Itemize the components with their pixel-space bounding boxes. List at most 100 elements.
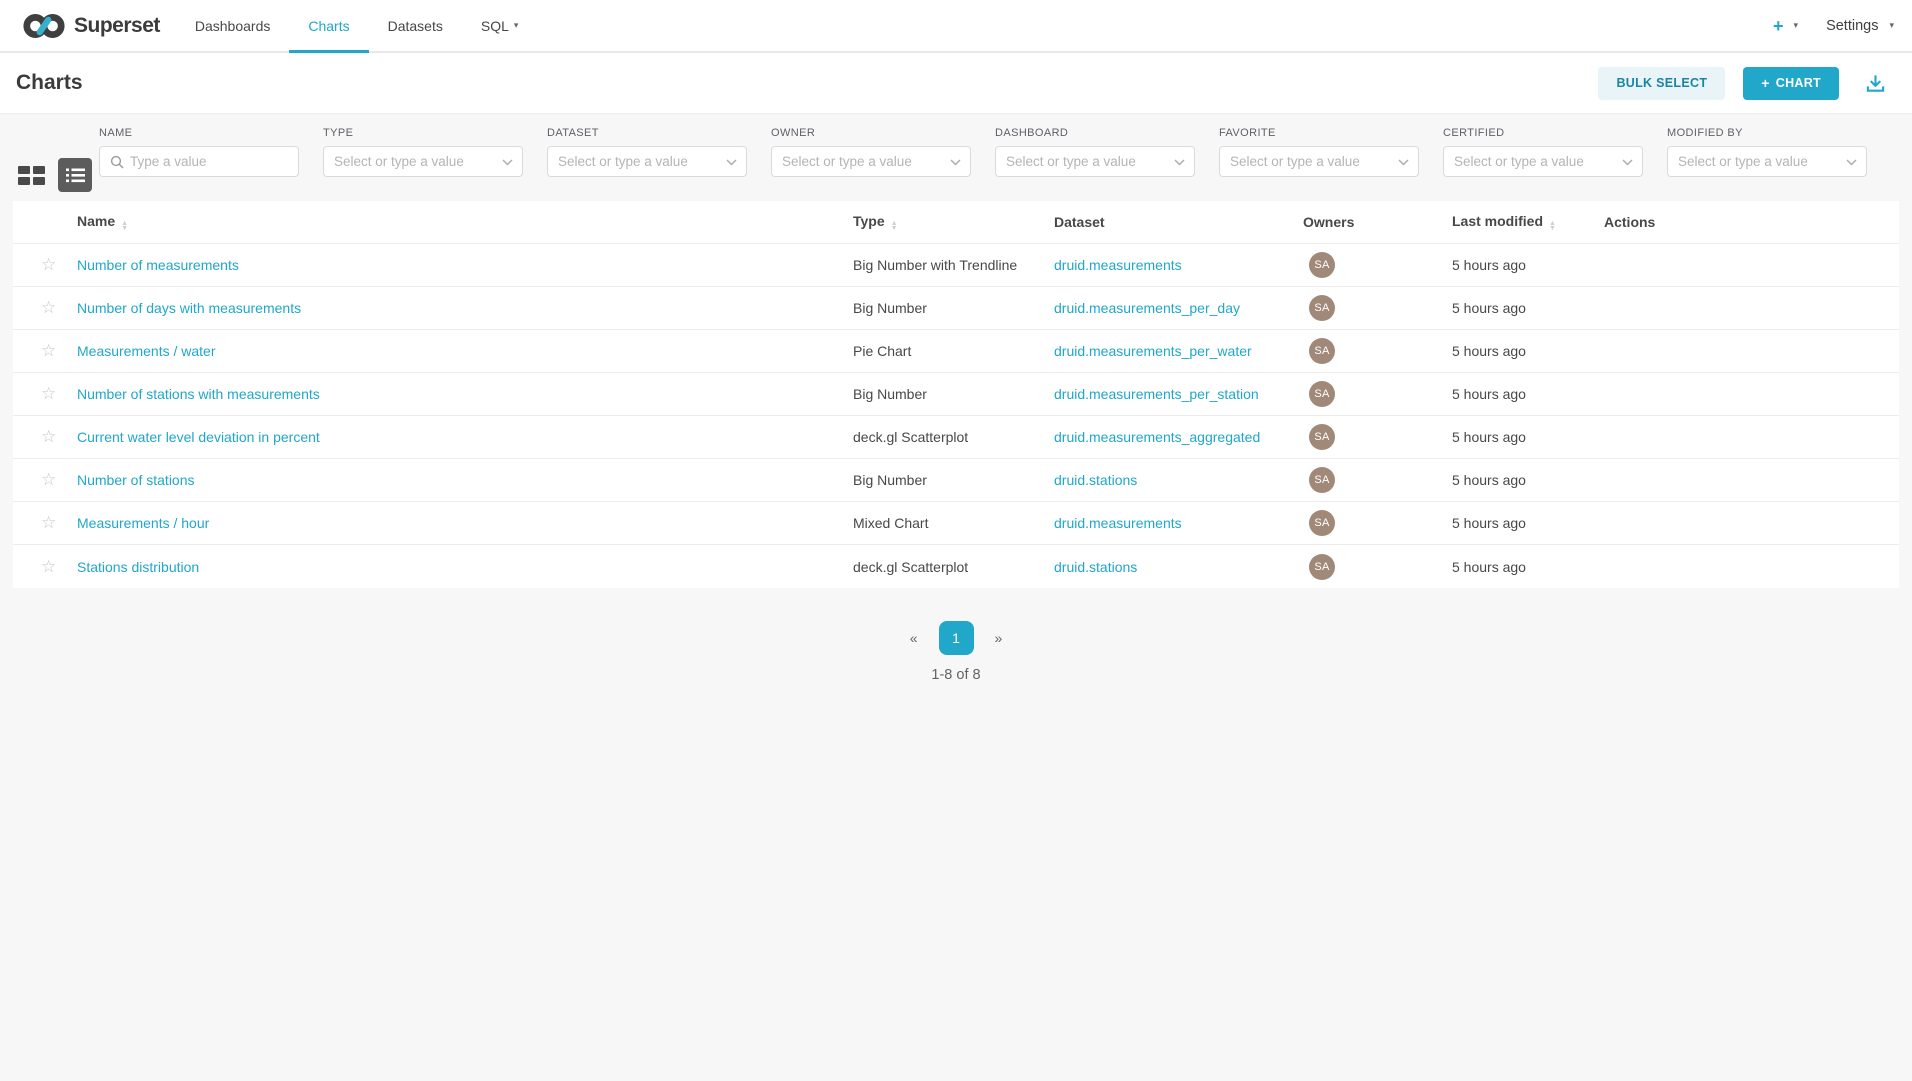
table-row: ☆ Current water level deviation in percen… xyxy=(13,416,1899,459)
favorite-star-icon[interactable]: ☆ xyxy=(41,427,56,447)
search-icon xyxy=(110,155,124,169)
table-row: ☆Measurements / waterPie Chartdruid.meas… xyxy=(13,330,1899,373)
owner-avatar[interactable]: SA xyxy=(1309,295,1335,321)
chart-name-link[interactable]: Number of stations with measurements xyxy=(77,386,320,402)
filter-certified: CERTIFIEDSelect or type a value xyxy=(1443,127,1643,177)
column-header-label: Owners xyxy=(1303,214,1354,230)
nav-item-label: Charts xyxy=(308,18,349,34)
plus-icon: + xyxy=(1761,75,1769,91)
owner-avatar[interactable]: SA xyxy=(1309,554,1335,580)
chart-name-link[interactable]: Stations distribution xyxy=(77,559,199,575)
content-area: NAMEType a valueTYPESelect or type a val… xyxy=(0,113,1912,1081)
dataset-link[interactable]: druid.measurements xyxy=(1054,515,1182,531)
chart-name-link[interactable]: Current water level deviation in percent xyxy=(77,429,320,445)
filter-select[interactable]: Select or type a value xyxy=(1443,146,1643,177)
owner-cell: SA xyxy=(1309,467,1335,493)
filter-placeholder: Select or type a value xyxy=(1454,154,1584,169)
chart-name-link[interactable]: Measurements / hour xyxy=(77,515,209,531)
dataset-link[interactable]: druid.measurements_aggregated xyxy=(1054,429,1260,445)
filter-select[interactable]: Select or type a value xyxy=(995,146,1195,177)
last-modified: 5 hours ago xyxy=(1452,257,1526,273)
column-header-label: Last modified xyxy=(1452,213,1543,229)
last-modified: 5 hours ago xyxy=(1452,300,1526,316)
next-page-button[interactable]: » xyxy=(989,626,1009,650)
column-header-name[interactable]: Name▲▼ xyxy=(77,213,128,231)
filter-search-input[interactable]: Type a value xyxy=(99,146,299,177)
table-row: ☆ Number of stations with measurements Big… xyxy=(13,373,1899,416)
column-header-dataset: Dataset xyxy=(1054,214,1105,230)
settings-label: Settings xyxy=(1826,18,1878,34)
filter-modified-by: MODIFIED BYSelect or type a value xyxy=(1667,127,1867,177)
dataset-link[interactable]: druid.measurements_per_water xyxy=(1054,343,1252,359)
filter-select[interactable]: Select or type a value xyxy=(771,146,971,177)
dataset-link[interactable]: druid.stations xyxy=(1054,472,1137,488)
favorite-star-icon[interactable]: ☆ xyxy=(41,384,56,404)
favorite-star-icon[interactable]: ☆ xyxy=(41,341,56,361)
new-item-menu[interactable]: + ▾ xyxy=(1773,17,1798,35)
chevron-down-icon xyxy=(1174,159,1185,166)
column-header-type[interactable]: Type▲▼ xyxy=(853,213,898,231)
dataset-link[interactable]: druid.stations xyxy=(1054,559,1137,575)
filter-select[interactable]: Select or type a value xyxy=(1667,146,1867,177)
owner-avatar[interactable]: SA xyxy=(1309,338,1335,364)
chart-type: Big Number xyxy=(853,386,927,402)
filter-placeholder: Select or type a value xyxy=(558,154,688,169)
chart-name-link[interactable]: Measurements / water xyxy=(77,343,216,359)
filter-select[interactable]: Select or type a value xyxy=(547,146,747,177)
card-view-toggle[interactable] xyxy=(18,166,45,185)
nav-item-dashboards[interactable]: Dashboards xyxy=(176,0,290,51)
last-modified: 5 hours ago xyxy=(1452,386,1526,402)
filter-placeholder: Select or type a value xyxy=(334,154,464,169)
nav-item-charts[interactable]: Charts xyxy=(289,0,368,51)
import-charts-button[interactable] xyxy=(1865,73,1886,94)
settings-menu[interactable]: Settings ▾ xyxy=(1826,18,1894,34)
nav-item-sql[interactable]: SQL▾ xyxy=(462,0,538,51)
list-view-toggle[interactable] xyxy=(58,158,92,192)
page-1-button[interactable]: 1 xyxy=(939,621,974,655)
favorite-star-icon[interactable]: ☆ xyxy=(41,255,56,275)
chevron-down-icon xyxy=(1398,159,1409,166)
bulk-select-button[interactable]: BULK SELECT xyxy=(1598,67,1725,100)
chart-name-link[interactable]: Number of stations xyxy=(77,472,195,488)
owner-avatar[interactable]: SA xyxy=(1309,424,1335,450)
superset-logo[interactable]: Superset xyxy=(22,11,160,41)
chart-type: deck.gl Scatterplot xyxy=(853,429,968,445)
filter-select[interactable]: Select or type a value xyxy=(1219,146,1419,177)
favorite-star-icon[interactable]: ☆ xyxy=(41,513,56,533)
table-row: ☆Number of measurementsBig Number with T… xyxy=(13,244,1899,287)
filter-label: FAVORITE xyxy=(1219,127,1419,139)
favorite-star-icon[interactable]: ☆ xyxy=(41,557,56,577)
sort-icon: ▲▼ xyxy=(1549,222,1556,231)
add-chart-button[interactable]: + CHART xyxy=(1743,67,1839,100)
favorite-star-icon[interactable]: ☆ xyxy=(41,470,56,490)
column-header-last-modified[interactable]: Last modified ▲▼ xyxy=(1452,213,1556,231)
favorite-star-icon[interactable]: ☆ xyxy=(41,298,56,318)
owner-cell: SA xyxy=(1309,381,1335,407)
owner-avatar[interactable]: SA xyxy=(1309,467,1335,493)
chart-name-link[interactable]: Number of measurements xyxy=(77,257,239,273)
owner-cell: SA xyxy=(1309,510,1335,536)
sort-icon: ▲▼ xyxy=(121,222,128,231)
dataset-link[interactable]: druid.measurements_per_station xyxy=(1054,386,1259,402)
filter-label: OWNER xyxy=(771,127,971,139)
page-title: Charts xyxy=(16,71,83,95)
owner-avatar[interactable]: SA xyxy=(1309,381,1335,407)
nav-item-label: Datasets xyxy=(388,18,443,34)
last-modified: 5 hours ago xyxy=(1452,472,1526,488)
owner-avatar[interactable]: SA xyxy=(1309,510,1335,536)
filter-label: DATASET xyxy=(547,127,747,139)
dataset-link[interactable]: druid.measurements xyxy=(1054,257,1182,273)
filter-bar: NAMEType a valueTYPESelect or type a val… xyxy=(0,114,1912,201)
chart-type: Mixed Chart xyxy=(853,515,928,531)
filter-dataset: DATASET Select or type a value xyxy=(547,127,747,177)
dataset-link[interactable]: druid.measurements_per_day xyxy=(1054,300,1240,316)
filter-select[interactable]: Select or type a value xyxy=(323,146,523,177)
chart-type: Big Number xyxy=(853,472,927,488)
top-navbar: Superset Dashboards Charts Datasets SQL▾ + … xyxy=(0,0,1912,53)
nav-item-datasets[interactable]: Datasets xyxy=(369,0,462,51)
chart-type: deck.gl Scatterplot xyxy=(853,559,968,575)
download-icon xyxy=(1865,73,1886,94)
chart-name-link[interactable]: Number of days with measurements xyxy=(77,300,301,316)
owner-avatar[interactable]: SA xyxy=(1309,252,1335,278)
prev-page-button[interactable]: « xyxy=(904,626,924,650)
